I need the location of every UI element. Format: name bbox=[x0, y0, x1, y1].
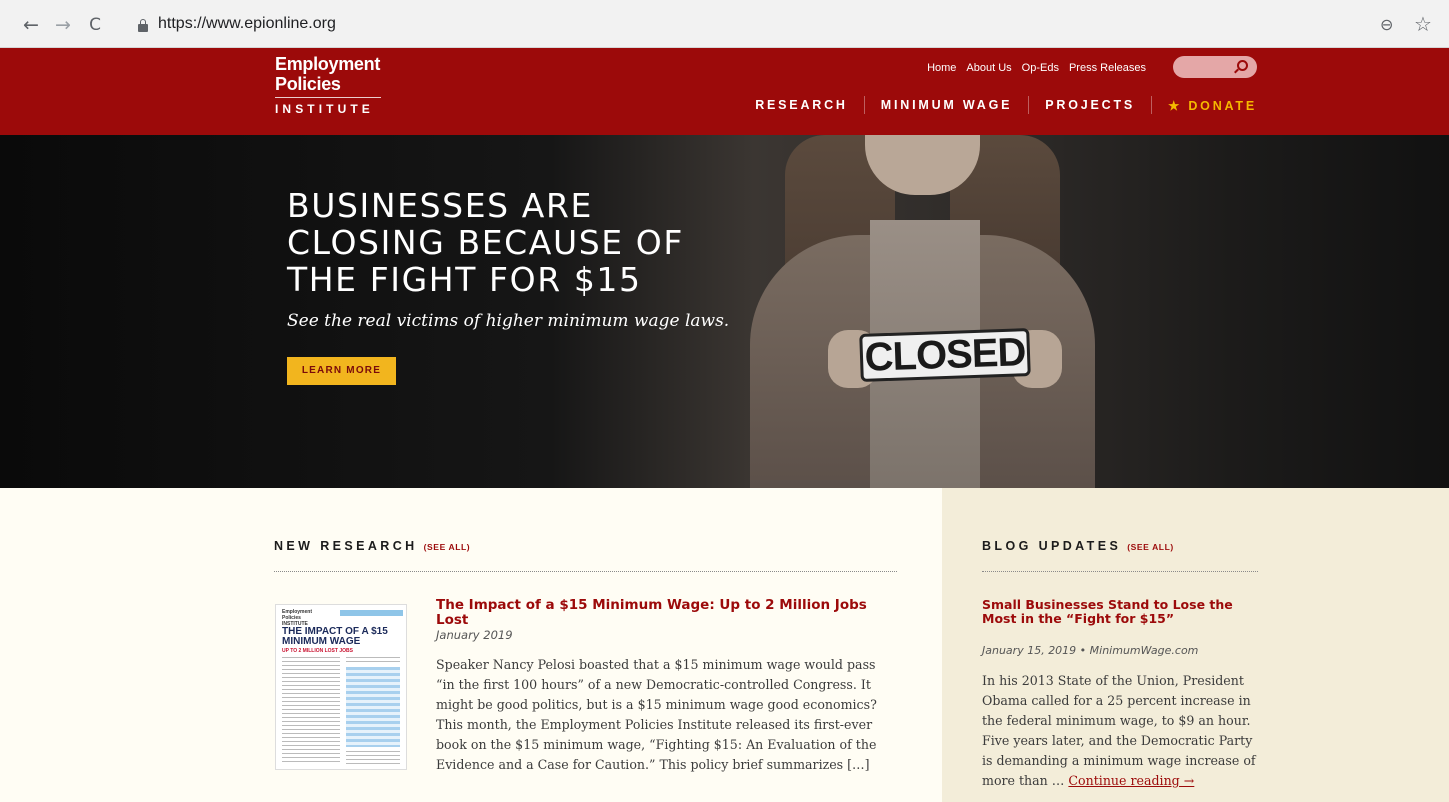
nav-projects[interactable]: PROJECTS bbox=[1029, 98, 1151, 112]
research-heading-label: NEW RESEARCH bbox=[274, 539, 418, 553]
logo-divider bbox=[275, 97, 381, 98]
hero-banner: CLOSED BUSINESSES ARE CLOSING BECAUSE OF… bbox=[0, 135, 1449, 488]
browser-toolbar: ← → C https://www.epionline.org ⊖ ☆ bbox=[0, 0, 1449, 48]
closed-sign: CLOSED bbox=[859, 328, 1031, 382]
thumb-subtitle: UP TO 2 MILLION LOST JOBS bbox=[282, 648, 353, 654]
research-article-date: January 2019 bbox=[436, 628, 513, 642]
thumb-title: THE IMPACT OF A $15 MINIMUM WAGE bbox=[282, 626, 388, 647]
blog-heading-label: BLOG UPDATES bbox=[982, 539, 1122, 553]
research-divider bbox=[274, 571, 897, 572]
research-heading: NEW RESEARCH (SEE ALL) bbox=[274, 539, 470, 553]
reload-icon[interactable]: C bbox=[84, 14, 106, 36]
search-input[interactable] bbox=[1173, 56, 1257, 78]
blog-post-date: January 15, 2019 • MinimumWage.com bbox=[982, 644, 1199, 657]
closed-sign-text: CLOSED bbox=[863, 330, 1027, 380]
utility-nav: Home About Us Op-Eds Press Releases bbox=[927, 62, 1146, 74]
url-text[interactable]: https://www.epionline.org bbox=[158, 15, 336, 33]
blog-post-excerpt-text: In his 2013 State of the Union, Presiden… bbox=[982, 673, 1256, 788]
hero-title: BUSINESSES ARE CLOSING BECAUSE OF THE FI… bbox=[287, 186, 684, 299]
zoom-icon[interactable]: ⊖ bbox=[1380, 15, 1393, 34]
nav-link-home[interactable]: Home bbox=[927, 62, 956, 74]
search-icon[interactable] bbox=[1237, 60, 1248, 71]
logo-line-policies: Policies bbox=[275, 74, 341, 94]
site-header: Employment Policies INSTITUTE Home About… bbox=[0, 48, 1449, 135]
nav-donate[interactable]: ★ DONATE bbox=[1152, 98, 1257, 113]
research-article-title[interactable]: The Impact of a $15 Minimum Wage: Up to … bbox=[436, 598, 896, 628]
nav-link-op-eds[interactable]: Op-Eds bbox=[1022, 62, 1059, 74]
epi-logo[interactable]: Employment Policies INSTITUTE bbox=[275, 54, 381, 116]
research-see-all-link[interactable]: (SEE ALL) bbox=[424, 542, 471, 552]
forward-arrow-icon[interactable]: → bbox=[52, 14, 74, 36]
blog-see-all-link[interactable]: (SEE ALL) bbox=[1127, 542, 1174, 552]
nav-link-about-us[interactable]: About Us bbox=[966, 62, 1011, 74]
logo-line-institute: INSTITUTE bbox=[275, 102, 374, 116]
lock-icon[interactable] bbox=[138, 19, 148, 32]
blog-post-title[interactable]: Small Businesses Stand to Lose the Most … bbox=[982, 598, 1258, 626]
bookmark-star-icon[interactable]: ☆ bbox=[1414, 12, 1432, 36]
continue-reading-link[interactable]: Continue reading → bbox=[1068, 773, 1194, 788]
back-arrow-icon[interactable]: ← bbox=[20, 14, 42, 36]
hero-photo-woman-closed-sign: CLOSED bbox=[750, 135, 1130, 488]
nav-research[interactable]: RESEARCH bbox=[739, 98, 864, 112]
research-thumbnail[interactable]: Employment Policies INSTITUTE THE IMPACT O… bbox=[275, 604, 407, 770]
blog-divider bbox=[982, 571, 1258, 572]
main-nav: RESEARCH MINIMUM WAGE PROJECTS ★ DONATE bbox=[739, 96, 1257, 114]
nav-link-press-releases[interactable]: Press Releases bbox=[1069, 62, 1146, 74]
research-article-excerpt: Speaker Nancy Pelosi boasted that a $15 … bbox=[436, 657, 877, 772]
nav-minimum-wage[interactable]: MINIMUM WAGE bbox=[865, 98, 1029, 112]
hero-subtitle: See the real victims of higher minimum w… bbox=[287, 311, 730, 331]
learn-more-button[interactable]: LEARN MORE bbox=[287, 357, 396, 385]
blog-heading: BLOG UPDATES (SEE ALL) bbox=[982, 539, 1174, 553]
logo-line-employment: Employment bbox=[275, 54, 381, 74]
blog-post-excerpt: In his 2013 State of the Union, Presiden… bbox=[982, 671, 1258, 791]
